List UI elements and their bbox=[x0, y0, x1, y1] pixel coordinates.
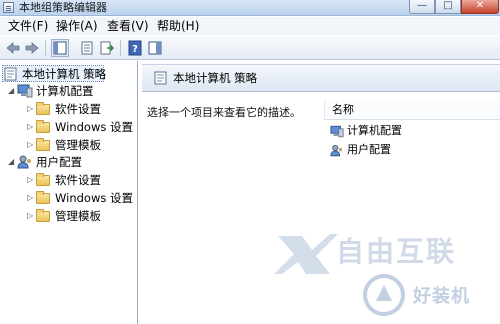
menu-help[interactable]: 帮助(H) bbox=[157, 19, 199, 33]
folder-icon bbox=[36, 102, 50, 115]
policy-document-icon bbox=[3, 67, 19, 81]
menu-view[interactable]: 查看(V) bbox=[107, 19, 149, 33]
tree-node-computer-config[interactable]: ◢ 计算机配置 bbox=[8, 83, 94, 99]
folder-icon bbox=[36, 120, 50, 133]
maximize-button[interactable]: □ bbox=[435, 0, 461, 14]
expand-triangle-icon[interactable]: ▷ bbox=[27, 208, 36, 224]
details-header: 本地计算机 策略 bbox=[142, 64, 500, 92]
tree-node-user-config[interactable]: ◢ 用户配置 bbox=[8, 154, 82, 170]
details-pane: 本地计算机 策略 选择一个项目来查看它的描述。 名称 计算机配置 用户配置 bbox=[142, 61, 500, 324]
user-icon bbox=[330, 144, 344, 157]
watermark-circle-logo-icon bbox=[362, 273, 406, 317]
menu-file[interactable]: 文件(F) bbox=[8, 19, 48, 33]
show-hide-action-pane-icon[interactable] bbox=[147, 40, 163, 56]
tree-node-software-settings[interactable]: ▷ 软件设置 bbox=[27, 101, 101, 117]
tree-label: Windows 设置 bbox=[55, 120, 133, 134]
list-item-label: 用户配置 bbox=[347, 143, 391, 156]
show-hide-tree-icon[interactable] bbox=[51, 39, 69, 57]
toolbar-separator bbox=[45, 40, 46, 56]
computer-icon bbox=[330, 125, 344, 138]
tree-label: 计算机配置 bbox=[36, 84, 94, 98]
tree-node-local-computer-policy[interactable]: 本地计算机 策略 bbox=[2, 65, 107, 82]
watermark-brand-1: 自由互联 bbox=[336, 235, 457, 268]
computer-icon bbox=[17, 84, 33, 98]
list-item-label: 计算机配置 bbox=[347, 124, 402, 137]
tree-label: 本地计算机 策略 bbox=[22, 67, 107, 81]
tree-node-user-admin-templates[interactable]: ▷ 管理模板 bbox=[27, 208, 101, 224]
description-text: 选择一个项目来查看它的描述。 bbox=[147, 106, 301, 119]
watermark-brand-2: 好装机 bbox=[413, 286, 470, 307]
tree-label: 软件设置 bbox=[55, 102, 101, 116]
policy-document-icon bbox=[153, 71, 169, 85]
list-item-computer-config[interactable]: 计算机配置 bbox=[330, 123, 402, 139]
folder-icon bbox=[36, 138, 50, 151]
tree-label: Windows 设置 bbox=[55, 191, 133, 205]
details-title: 本地计算机 策略 bbox=[173, 71, 258, 85]
menu-action[interactable]: 操作(A) bbox=[56, 19, 98, 33]
export-list-icon[interactable] bbox=[99, 40, 115, 56]
collapse-triangle-icon[interactable]: ◢ bbox=[8, 154, 17, 170]
expand-triangle-icon[interactable]: ▷ bbox=[27, 101, 36, 117]
tree-node-user-windows-settings[interactable]: ▷ Windows 设置 bbox=[27, 190, 133, 206]
tree-node-admin-templates[interactable]: ▷ 管理模板 bbox=[27, 137, 101, 153]
close-button[interactable]: ✕ bbox=[461, 0, 499, 14]
folder-icon bbox=[36, 191, 50, 204]
user-icon bbox=[17, 155, 33, 169]
column-header-label: 名称 bbox=[332, 103, 354, 116]
expand-triangle-icon[interactable]: ▷ bbox=[27, 119, 36, 135]
toolbar-separator bbox=[120, 40, 121, 56]
minimize-button[interactable]: — bbox=[409, 0, 435, 14]
tree-node-user-software-settings[interactable]: ▷ 软件设置 bbox=[27, 172, 101, 188]
tree-label: 管理模板 bbox=[55, 209, 101, 223]
tree-label: 用户配置 bbox=[36, 155, 82, 169]
column-header-name[interactable]: 名称 bbox=[324, 100, 500, 120]
folder-icon bbox=[36, 209, 50, 222]
window-title: 本地组策略编辑器 bbox=[19, 1, 107, 14]
expand-triangle-icon[interactable]: ▷ bbox=[27, 190, 36, 206]
toolbar: ? bbox=[0, 36, 500, 60]
title-bar: 本地组策略编辑器 — □ ✕ bbox=[0, 0, 500, 16]
svg-text:?: ? bbox=[132, 44, 138, 55]
collapse-triangle-icon[interactable]: ◢ bbox=[8, 83, 17, 99]
expand-triangle-icon[interactable]: ▷ bbox=[27, 137, 36, 153]
menu-bar: 文件(F) 操作(A) 查看(V) 帮助(H) bbox=[0, 17, 500, 35]
folder-icon bbox=[36, 173, 50, 186]
forward-arrow-icon[interactable] bbox=[24, 40, 40, 56]
tree-label: 软件设置 bbox=[55, 173, 101, 187]
tree-node-windows-settings[interactable]: ▷ Windows 设置 bbox=[27, 119, 133, 135]
list-item-user-config[interactable]: 用户配置 bbox=[330, 142, 391, 158]
gpedit-app-icon bbox=[3, 2, 14, 13]
back-arrow-icon[interactable] bbox=[5, 40, 21, 56]
expand-triangle-icon[interactable]: ▷ bbox=[27, 172, 36, 188]
properties-icon[interactable] bbox=[79, 40, 95, 56]
help-icon[interactable]: ? bbox=[127, 40, 143, 56]
tree-pane: 本地计算机 策略 ◢ 计算机配置 ▷ 软件设置 ▷ Windows 设置 ▷ 管理模板… bbox=[0, 61, 138, 324]
tree-label: 管理模板 bbox=[55, 138, 101, 152]
